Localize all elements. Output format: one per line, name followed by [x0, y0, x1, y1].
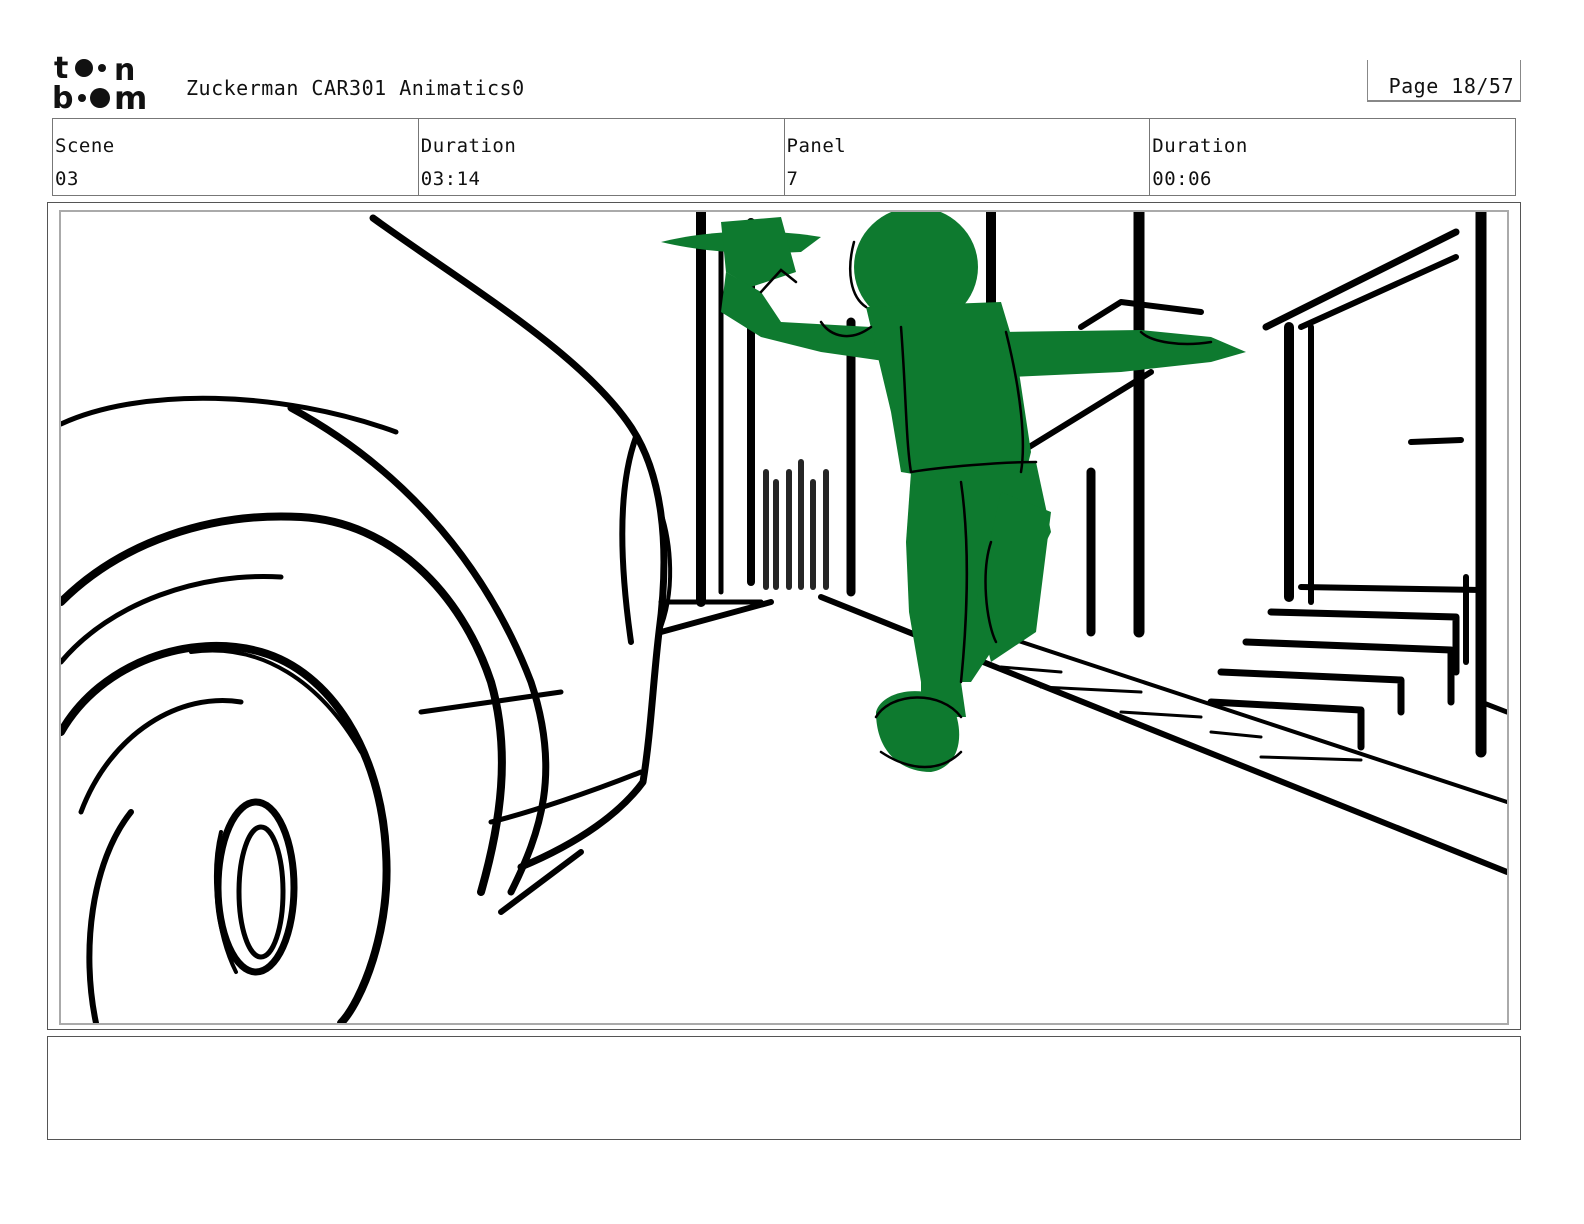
- panel-duration-value: 00:06: [1152, 168, 1212, 190]
- storyboard-panel-frame: [47, 202, 1521, 1030]
- svg-text:b: b: [52, 81, 73, 112]
- panel-duration-cell: Duration 00:06: [1150, 119, 1515, 195]
- scene-info-table: Scene 03 Duration 03:14 Panel 7 Duration…: [52, 118, 1516, 196]
- scene-duration-label: Duration: [420, 135, 517, 157]
- scene-value: 03: [55, 168, 79, 190]
- panel-label: Panel: [786, 135, 847, 157]
- scene-duration-value: 03:14: [420, 168, 481, 190]
- page-number: Page 18/57: [1388, 74, 1514, 98]
- storyboard-drawing: [59, 210, 1509, 1025]
- panel-notes-box: [47, 1036, 1521, 1140]
- panel-duration-label: Duration: [1152, 135, 1248, 157]
- scene-label: Scene: [55, 135, 115, 157]
- panel-cell: Panel 7: [785, 119, 1151, 195]
- sketch-illustration: [61, 212, 1507, 1023]
- page-indicator: Page 18/57: [1367, 60, 1521, 102]
- panel-value: 7: [786, 168, 799, 190]
- toon-boom-logo: t n b m: [52, 51, 164, 117]
- svg-text:m: m: [114, 79, 147, 112]
- document-title: Zuckerman CAR301 Animatics0: [186, 76, 525, 100]
- scene-duration-cell: Duration 03:14: [419, 119, 785, 195]
- scene-cell: Scene 03: [53, 119, 419, 195]
